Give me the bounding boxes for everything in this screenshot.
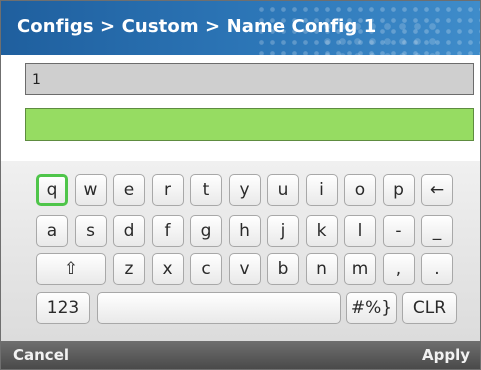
key-u[interactable]: u [267, 174, 299, 206]
key-i[interactable]: i [305, 174, 338, 206]
key-q[interactable]: q [36, 174, 68, 206]
key-h[interactable]: h [228, 215, 261, 247]
key-r[interactable]: r [151, 174, 184, 206]
space-key[interactable] [97, 292, 341, 324]
key-w[interactable]: w [74, 174, 107, 206]
on-screen-keyboard: q w e r t y u i o p ← a s d f g h j k l - _ ⇧ z x c v b n m,. 123 #%} CL… [1, 161, 480, 341]
shift-key[interactable]: ⇧ [36, 253, 106, 285]
key-m[interactable]: m [344, 253, 376, 285]
key-t[interactable]: t [190, 174, 222, 206]
key-l[interactable]: l [344, 215, 376, 247]
key-y[interactable]: y [228, 174, 261, 206]
key-g[interactable]: g [190, 215, 222, 247]
name-input-field[interactable] [25, 108, 474, 141]
name-display-value: 1 [32, 72, 41, 88]
comma-key[interactable]: , [382, 253, 415, 285]
key-s[interactable]: s [74, 215, 107, 247]
key-k[interactable]: k [305, 215, 338, 247]
key-z[interactable]: z [113, 253, 145, 285]
key-a[interactable]: a [36, 215, 68, 247]
symbols-key[interactable]: #%} [346, 292, 397, 324]
key-n[interactable]: n [305, 253, 338, 285]
backspace-key[interactable]: ← [421, 174, 453, 206]
key-d[interactable]: d [113, 215, 145, 247]
apply-button[interactable]: Apply [422, 346, 470, 364]
key-o[interactable]: o [344, 174, 376, 206]
cancel-button[interactable]: Cancel [13, 346, 69, 364]
key-x[interactable]: x [151, 253, 184, 285]
hyphen-key[interactable]: - [382, 215, 415, 247]
page-title: Configs > Custom > Name Config 1 [17, 16, 377, 37]
key-p[interactable]: p [382, 174, 415, 206]
clear-key[interactable]: CLR [402, 292, 457, 324]
key-e[interactable]: e [113, 174, 145, 206]
key-f[interactable]: f [151, 215, 184, 247]
underscore-key[interactable]: _ [421, 215, 453, 247]
dialog: Configs > Custom > Name Config 1 1 qwert… [0, 0, 481, 370]
footer-bar: Cancel Apply [1, 341, 480, 369]
name-display-field[interactable]: 1 [25, 63, 474, 95]
key-c[interactable]: c [190, 253, 222, 285]
header: Configs > Custom > Name Config 1 [1, 1, 480, 55]
key-j[interactable]: j [267, 215, 299, 247]
key-v[interactable]: v [228, 253, 261, 285]
period-key[interactable]: . [421, 253, 453, 285]
key-b[interactable]: b [267, 253, 299, 285]
numbers-key[interactable]: 123 [36, 292, 90, 324]
